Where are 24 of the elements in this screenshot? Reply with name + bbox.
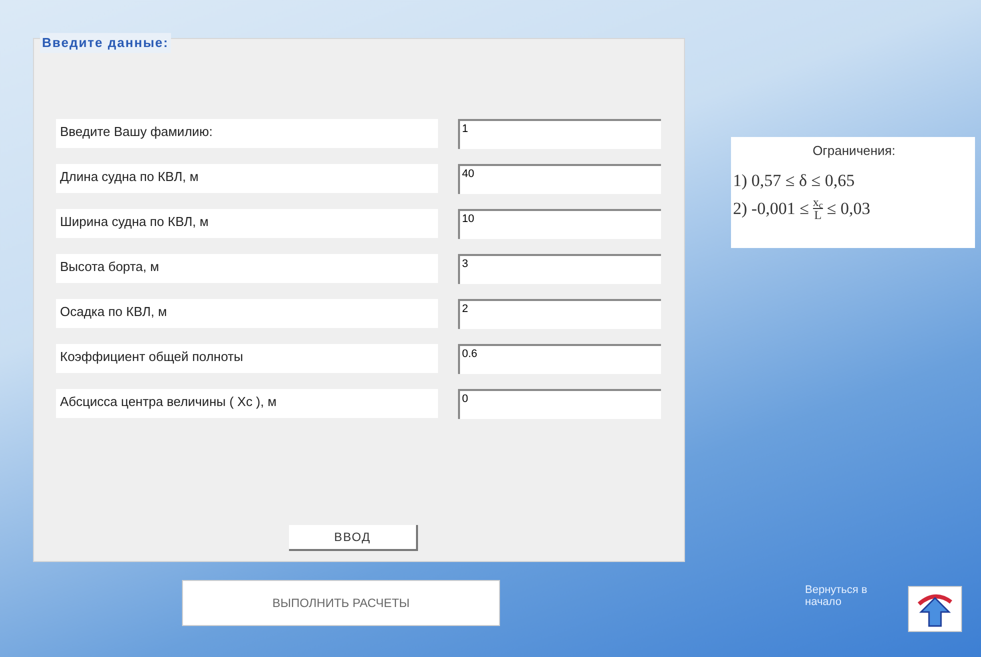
- home-label: Вернуться в начало: [805, 584, 868, 608]
- input-field[interactable]: 2: [458, 298, 661, 328]
- constraint-text: ≤ 0,03: [826, 198, 870, 220]
- input-field[interactable]: 1: [458, 118, 661, 148]
- constraint-text: 2) -0,001 ≤: [733, 198, 809, 220]
- home-button[interactable]: [908, 586, 962, 632]
- field-label: Осадка по КВЛ, м: [56, 299, 438, 328]
- field-label: Коэффициент общей полноты: [56, 344, 438, 373]
- field-label: Высота борта, м: [56, 254, 438, 283]
- input-field[interactable]: 0: [458, 388, 661, 418]
- input-field[interactable]: 10: [458, 208, 661, 238]
- enter-button[interactable]: ВВОД: [289, 525, 418, 551]
- calculate-button[interactable]: ВЫПОЛНИТЬ РАСЧЕТЫ: [182, 580, 500, 626]
- field-label: Абсцисса центра величины ( Хс ), м: [56, 389, 438, 418]
- constraint-text: 1) 0,57 ≤ δ ≤ 0,65: [733, 170, 855, 192]
- constraints-title: Ограничения:: [812, 142, 896, 160]
- panel-title: Введите данные:: [40, 33, 171, 52]
- input-field[interactable]: 0.6: [458, 344, 661, 374]
- fraction: x$_{c}$ L: [812, 196, 823, 221]
- field-label: Длина судна по КВЛ, м: [56, 164, 438, 193]
- field-label: Введите Вашу фамилию:: [56, 119, 438, 148]
- field-label: Ширина судна по КВЛ, м: [56, 209, 438, 238]
- input-field[interactable]: 3: [458, 254, 661, 284]
- input-field[interactable]: 40: [458, 164, 661, 194]
